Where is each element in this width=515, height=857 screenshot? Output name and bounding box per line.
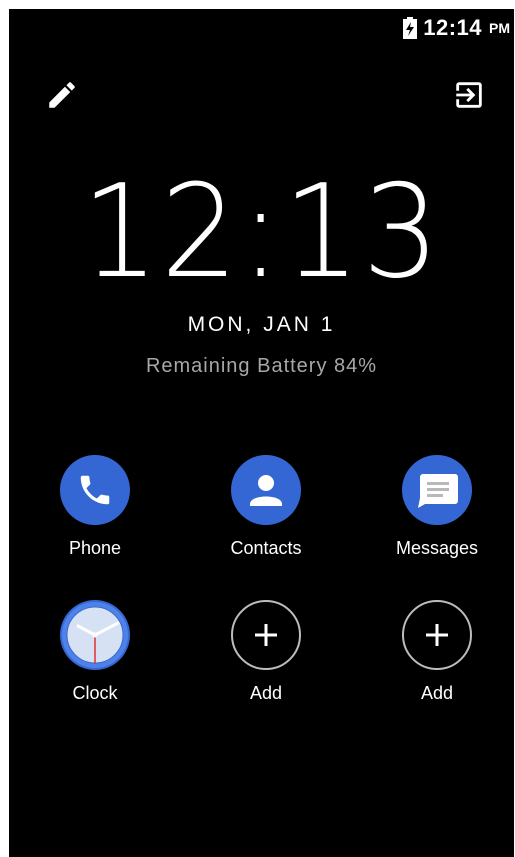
app-label: Clock [72, 683, 118, 703]
battery-charging-icon [403, 17, 418, 39]
app-label: Phone [68, 538, 122, 558]
status-ampm: PM [489, 20, 510, 36]
app-label: Contacts [230, 538, 302, 558]
app-label: Messages [395, 538, 479, 558]
app-phone[interactable]: Phone [20, 455, 170, 559]
lock-screen: 12:14 PM 12:13 MON, JAN 1 Remaining Batt… [9, 9, 514, 857]
pencil-icon [49, 82, 75, 108]
app-clock[interactable]: Clock [20, 600, 170, 704]
battery-status-text: Remaining Battery 84% [145, 355, 378, 377]
app-label: Add [249, 683, 283, 703]
contacts-icon [231, 455, 301, 525]
exit-icon [456, 82, 482, 108]
app-messages[interactable]: Messages [362, 455, 512, 559]
exit-button[interactable] [449, 75, 489, 115]
app-contacts[interactable]: Contacts [191, 455, 341, 559]
edit-button[interactable] [42, 75, 82, 115]
add-app-slot-2[interactable]: Add [362, 600, 512, 704]
add-icon [402, 600, 472, 670]
date-label: MON, JAN 1 [187, 313, 336, 336]
phone-icon [60, 455, 130, 525]
status-bar: 12:14 PM [403, 15, 510, 41]
add-app-slot-1[interactable]: Add [191, 600, 341, 704]
lock-clock: 12:13 [81, 158, 442, 307]
messages-icon [402, 455, 472, 525]
add-icon [231, 600, 301, 670]
clock-icon [60, 600, 130, 670]
app-label: Add [420, 683, 454, 703]
status-time: 12:14 [423, 15, 482, 40]
